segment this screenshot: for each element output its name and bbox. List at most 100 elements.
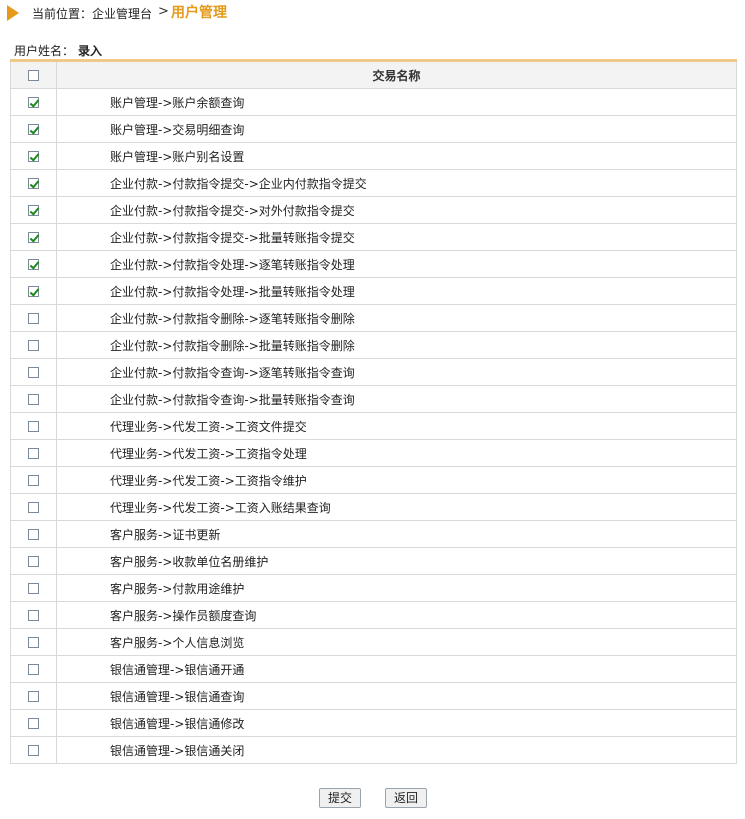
- arrow-right-icon: [7, 5, 19, 21]
- row-checkbox[interactable]: [28, 124, 39, 135]
- column-header-transaction-name: 交易名称: [56, 60, 737, 89]
- row-checkbox[interactable]: [28, 745, 39, 756]
- row-checkbox[interactable]: [28, 421, 39, 432]
- table-row: 账户管理->账户余额查询: [10, 88, 737, 116]
- table-row: 代理业务->代发工资->工资指令处理: [10, 439, 737, 467]
- row-checkbox-cell: [10, 709, 57, 737]
- row-checkbox[interactable]: [28, 367, 39, 378]
- row-checkbox[interactable]: [28, 556, 39, 567]
- row-checkbox-cell: [10, 601, 57, 629]
- transaction-name: 企业付款->付款指令删除->逐笔转账指令删除: [56, 304, 737, 332]
- row-checkbox[interactable]: [28, 178, 39, 189]
- table-row: 企业付款->付款指令提交->批量转账指令提交: [10, 223, 737, 251]
- row-checkbox-cell: [10, 628, 57, 656]
- row-checkbox[interactable]: [28, 664, 39, 675]
- transaction-name: 企业付款->付款指令删除->批量转账指令删除: [56, 331, 737, 359]
- row-checkbox-cell: [10, 277, 57, 305]
- row-checkbox-cell: [10, 439, 57, 467]
- transaction-name: 企业付款->付款指令查询->逐笔转账指令查询: [56, 358, 737, 386]
- transaction-name: 客户服务->操作员额度查询: [56, 601, 737, 629]
- breadcrumb: 当前位置：企业管理台 > 用户管理: [0, 0, 745, 26]
- table-row: 企业付款->付款指令提交->企业内付款指令提交: [10, 169, 737, 197]
- transaction-name: 账户管理->交易明细查询: [56, 115, 737, 143]
- row-checkbox-cell: [10, 115, 57, 143]
- transaction-name: 账户管理->账户余额查询: [56, 88, 737, 116]
- row-checkbox-cell: [10, 574, 57, 602]
- transaction-name: 银信通管理->银信通查询: [56, 682, 737, 710]
- row-checkbox-cell: [10, 736, 57, 764]
- row-checkbox[interactable]: [28, 637, 39, 648]
- transaction-name: 企业付款->付款指令处理->逐笔转账指令处理: [56, 250, 737, 278]
- table-row: 企业付款->付款指令删除->逐笔转账指令删除: [10, 304, 737, 332]
- row-checkbox[interactable]: [28, 610, 39, 621]
- row-checkbox-cell: [10, 493, 57, 521]
- row-checkbox[interactable]: [28, 583, 39, 594]
- row-checkbox-cell: [10, 88, 57, 116]
- row-checkbox[interactable]: [28, 205, 39, 216]
- transaction-name: 企业付款->付款指令提交->对外付款指令提交: [56, 196, 737, 224]
- back-button[interactable]: 返回: [385, 788, 427, 808]
- row-checkbox[interactable]: [28, 691, 39, 702]
- row-checkbox-cell: [10, 223, 57, 251]
- row-checkbox[interactable]: [28, 448, 39, 459]
- table-row: 企业付款->付款指令查询->批量转账指令查询: [10, 385, 737, 413]
- select-all-checkbox[interactable]: [28, 70, 39, 81]
- table-row: 企业付款->付款指令处理->逐笔转账指令处理: [10, 250, 737, 278]
- table-row: 客户服务->证书更新: [10, 520, 737, 548]
- table-row: 企业付款->付款指令提交->对外付款指令提交: [10, 196, 737, 224]
- breadcrumb-location: 当前位置：企业管理台: [32, 7, 153, 21]
- row-checkbox-cell: [10, 331, 57, 359]
- row-checkbox-cell: [10, 520, 57, 548]
- transaction-name: 企业付款->付款指令提交->企业内付款指令提交: [56, 169, 737, 197]
- row-checkbox-cell: [10, 682, 57, 710]
- row-checkbox[interactable]: [28, 286, 39, 297]
- table-row: 银信通管理->银信通修改: [10, 709, 737, 737]
- user-info: 用户姓名： 录入: [14, 42, 102, 59]
- transaction-name: 代理业务->代发工资->工资入账结果查询: [56, 493, 737, 521]
- transaction-name: 企业付款->付款指令处理->批量转账指令处理: [56, 277, 737, 305]
- transaction-name: 代理业务->代发工资->工资文件提交: [56, 412, 737, 440]
- table-body: 账户管理->账户余额查询 账户管理->交易明细查询 账户管理->账户别名设置 企业付款…: [10, 88, 737, 764]
- table-row: 账户管理->交易明细查询: [10, 115, 737, 143]
- table-row: 代理业务->代发工资->工资文件提交: [10, 412, 737, 440]
- row-checkbox[interactable]: [28, 718, 39, 729]
- row-checkbox-cell: [10, 385, 57, 413]
- table-row: 客户服务->收款单位名册维护: [10, 547, 737, 575]
- row-checkbox-cell: [10, 250, 57, 278]
- submit-button[interactable]: 提交: [319, 788, 361, 808]
- row-checkbox[interactable]: [28, 259, 39, 270]
- row-checkbox[interactable]: [28, 475, 39, 486]
- transaction-name: 账户管理->账户别名设置: [56, 142, 737, 170]
- row-checkbox-cell: [10, 358, 57, 386]
- transaction-name: 客户服务->个人信息浏览: [56, 628, 737, 656]
- row-checkbox-cell: [10, 304, 57, 332]
- user-name-value: 录入: [78, 44, 103, 58]
- row-checkbox[interactable]: [28, 340, 39, 351]
- page-title: 用户管理: [171, 5, 227, 21]
- transaction-name: 银信通管理->银信通开通: [56, 655, 737, 683]
- row-checkbox-cell: [10, 169, 57, 197]
- table-row: 银信通管理->银信通关闭: [10, 736, 737, 764]
- table-row: 代理业务->代发工资->工资指令维护: [10, 466, 737, 494]
- transaction-name: 银信通管理->银信通关闭: [56, 736, 737, 764]
- row-checkbox[interactable]: [28, 232, 39, 243]
- table-header-row: 交易名称: [10, 60, 737, 89]
- row-checkbox[interactable]: [28, 502, 39, 513]
- transaction-name: 代理业务->代发工资->工资指令处理: [56, 439, 737, 467]
- row-checkbox[interactable]: [28, 529, 39, 540]
- table-row: 客户服务->个人信息浏览: [10, 628, 737, 656]
- transaction-name: 银信通管理->银信通修改: [56, 709, 737, 737]
- user-name-label: 用户姓名：: [14, 44, 75, 58]
- row-checkbox-cell: [10, 412, 57, 440]
- row-checkbox[interactable]: [28, 151, 39, 162]
- transaction-name: 客户服务->证书更新: [56, 520, 737, 548]
- row-checkbox[interactable]: [28, 97, 39, 108]
- table-row: 企业付款->付款指令删除->批量转账指令删除: [10, 331, 737, 359]
- table-row: 企业付款->付款指令查询->逐笔转账指令查询: [10, 358, 737, 386]
- row-checkbox[interactable]: [28, 394, 39, 405]
- row-checkbox-cell: [10, 547, 57, 575]
- row-checkbox-cell: [10, 655, 57, 683]
- table-row: 银信通管理->银信通查询: [10, 682, 737, 710]
- row-checkbox-cell: [10, 196, 57, 224]
- row-checkbox[interactable]: [28, 313, 39, 324]
